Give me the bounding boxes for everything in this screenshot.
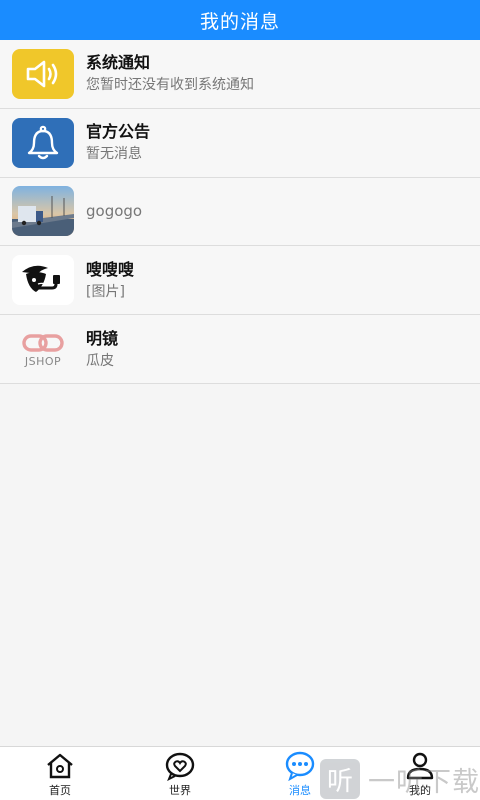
message-title: 系统通知 [86,53,151,73]
message-preview: 瓜皮 [86,352,114,369]
tab-home[interactable]: 首页 [20,751,100,798]
home-icon [47,753,73,779]
avatar [12,48,74,99]
bridge-truck-photo [12,186,74,237]
top-bar: 我的消息 [0,0,480,40]
avatar [12,255,74,306]
tab-label: 世界 [169,784,191,797]
tab-label: 消息 [289,784,311,797]
tab-label: 我的 [409,784,431,797]
user-icon [406,752,434,780]
speaker-icon [26,60,58,88]
message-preview: [图片] [86,283,125,300]
list-item-official-announcement[interactable]: 官方公告 暂无消息 [0,108,480,178]
jshop-logo-text: JSHOP [24,355,62,369]
message-title: 明镜 [86,328,119,348]
list-item-mingjing[interactable]: JSHOP 明镜 瓜皮 [0,315,480,384]
detective-pipe-logo [22,266,60,293]
list-item-sousousou[interactable]: 嗖嗖嗖 [图片] [0,246,480,316]
avatar-photo [12,186,74,237]
message-title: 官方公告 [86,122,151,142]
tab-label: 首页 [49,784,71,797]
message-title: 嗖嗖嗖 [86,259,135,279]
list-item-system-notice[interactable]: 系统通知 您暂时还没有收到系统通知 [0,40,480,109]
message-title: gogogo [86,202,143,221]
tab-world[interactable]: 世界 [140,751,220,798]
message-bubble-icon [285,751,315,781]
bottom-tab-bar: 首页 世界 消息 我的 [0,746,480,800]
avatar [12,117,74,168]
page-title: 我的消息 [199,10,280,33]
message-preview: 暂无消息 [86,146,142,163]
tab-mine[interactable]: 我的 [380,751,460,798]
list-item-gogogo[interactable]: gogogo [0,177,480,247]
heart-chat-icon [165,752,195,781]
message-preview: 您暂时还没有收到系统通知 [86,77,254,94]
message-list: 系统通知 您暂时还没有收到系统通知 官方公告 暂无消息 gogogo 嗖嗖嗖 [… [0,40,480,384]
tab-messages[interactable]: 消息 [260,751,340,798]
bell-icon [27,125,59,159]
jshop-logo-icon [22,334,64,352]
avatar: JSHOP [12,324,74,375]
